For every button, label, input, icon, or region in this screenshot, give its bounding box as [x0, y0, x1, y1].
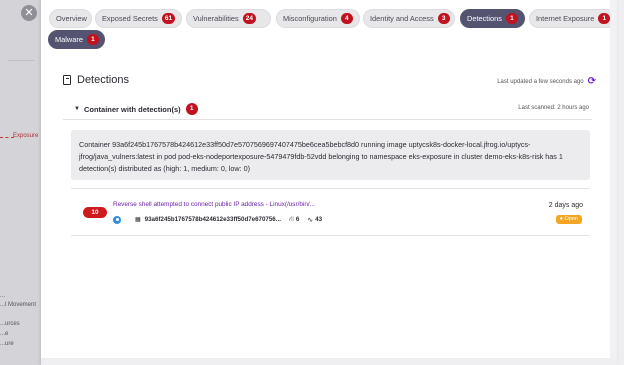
background-sidebar-item: ...ure — [0, 341, 14, 347]
tab-identity-and-access[interactable]: Identity and Access 3 — [363, 9, 455, 28]
container-icon: ▦ — [135, 217, 141, 223]
section-title-text: Detections — [77, 74, 129, 86]
container-info-text: Container 93a6f245b1767578b424612e33ff50… — [79, 140, 563, 173]
section-title: Detections — [63, 74, 129, 86]
tab-overview[interactable]: Overview — [49, 9, 92, 28]
last-scanned: Last scanned: 2 hours ago — [518, 105, 589, 111]
detection-meta: ▦ 93a6f245b1767578b424612e33ff50d7e67075… — [113, 215, 330, 224]
tab-label: Malware — [55, 35, 83, 44]
tab-label: Overview — [56, 14, 87, 23]
risk-score-badge: 10 — [83, 207, 107, 218]
background-sidebar-item: ...l Movement — [0, 302, 37, 308]
vertical-scrollbar[interactable] — [610, 0, 617, 365]
count-badge: 1 — [505, 13, 518, 24]
status-label: Open — [564, 216, 578, 222]
background-sidebar-item: ... — [0, 293, 6, 299]
background-sidebar — [0, 0, 42, 365]
tab-label: Detections — [467, 14, 502, 23]
count-a: 6 — [295, 216, 300, 223]
refresh-icon[interactable]: ⟳ — [588, 76, 596, 87]
count-badge: 61 — [161, 13, 175, 24]
status-dot-icon: ● — [559, 216, 563, 222]
count-badge: 4 — [340, 13, 353, 24]
last-updated-text: Last updated a few seconds ago — [497, 78, 584, 85]
status-badge: ● Open — [555, 215, 582, 224]
count-badge: 1 — [598, 13, 611, 24]
container-group-header[interactable]: ▼ Container with detection(s) 1 — [74, 103, 198, 115]
background-sidebar-item: ...e — [0, 331, 9, 337]
count-badge: 24 — [242, 13, 256, 24]
background-sidebar-item: ...urces — [0, 321, 20, 327]
container-info-box: Container 93a6f245b1767578b424612e33ff50… — [71, 130, 590, 180]
tab-internet-exposure[interactable]: Internet Exposure 1 — [529, 9, 617, 28]
document-icon — [63, 75, 71, 85]
last-updated: Last updated a few seconds ago ⟳ — [497, 76, 596, 87]
background-exposure-line — [0, 137, 14, 138]
count-badge: 3 — [437, 13, 450, 24]
tab-detections[interactable]: Detections 1 — [460, 9, 525, 28]
tab-exposed-secrets[interactable]: Exposed Secrets 61 — [95, 9, 182, 28]
background-exposure-label: Exposure — [13, 133, 39, 139]
activity-icon: ∿ — [307, 216, 314, 224]
tab-misconfiguration[interactable]: Misconfiguration 4 — [276, 9, 360, 28]
divider — [63, 119, 592, 120]
tab-label: Vulnerabilities — [193, 14, 239, 23]
count-badge: 1 — [86, 34, 99, 45]
detail-panel: Overview Exposed Secrets 61 Vulnerabilit… — [41, 0, 617, 365]
tab-label: Exposed Secrets — [102, 14, 158, 23]
asset-type-icon — [113, 215, 121, 224]
detection-row[interactable]: 10 Reverse shell attempted to connect pu… — [71, 188, 590, 236]
tab-malware[interactable]: Malware 1 — [48, 30, 105, 49]
detection-title-link[interactable]: Reverse shell attempted to connect publi… — [113, 201, 315, 208]
detection-time: 2 days ago — [548, 202, 583, 209]
container-hash: 93a6f245b1767578b424612e33ff50d7e670756.… — [144, 216, 281, 223]
horizontal-scrollbar[interactable] — [41, 358, 617, 365]
count-b: 43 — [315, 216, 323, 223]
process-tree-icon: ⛙ — [288, 216, 294, 223]
tab-label: Internet Exposure — [536, 14, 595, 23]
tab-label: Misconfiguration — [283, 14, 337, 23]
container-group-label: Container with detection(s) — [83, 104, 181, 114]
background-divider — [8, 60, 34, 61]
tab-vulnerabilities[interactable]: Vulnerabilities 24 — [186, 9, 271, 28]
count-badge: 1 — [185, 103, 198, 115]
caret-down-icon[interactable]: ▼ — [74, 106, 80, 112]
close-icon[interactable]: ✕ — [21, 5, 37, 21]
tab-label: Identity and Access — [370, 14, 434, 23]
